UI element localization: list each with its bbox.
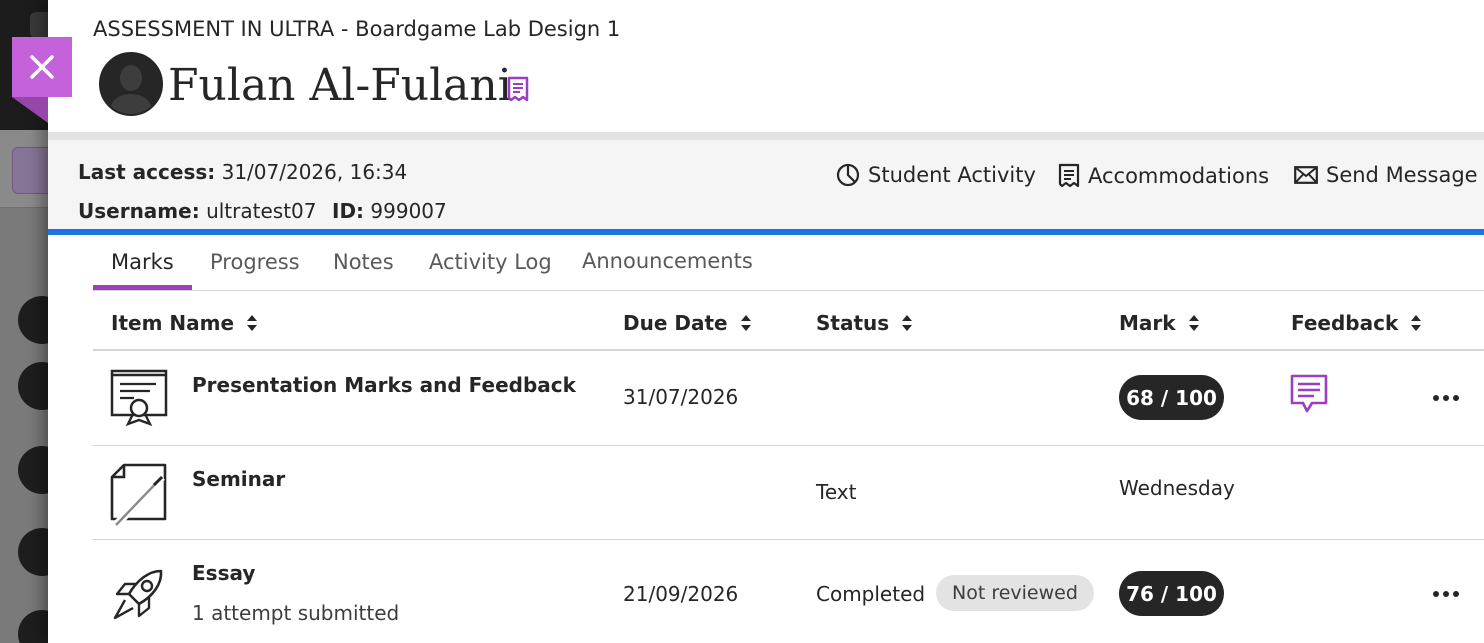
mark-text: Wednesday [1119, 476, 1235, 500]
header-divider [48, 132, 1484, 140]
paper-pen-icon [110, 463, 170, 533]
accent-rule [48, 229, 1484, 235]
student-activity-button[interactable]: Student Activity [836, 163, 1036, 187]
last-access-value: 31/07/2026, 16:34 [221, 160, 408, 184]
home-icon [30, 12, 48, 38]
id-label: ID: [332, 199, 365, 223]
status-text: Completed [816, 582, 926, 606]
sort-icon [1188, 315, 1199, 331]
tab-marks[interactable]: Marks [111, 250, 174, 274]
sort-icon [902, 315, 913, 331]
tab-activity-log[interactable]: Activity Log [429, 250, 552, 274]
tab-announcements[interactable]: Announcements [582, 249, 753, 273]
rocket-icon [111, 568, 167, 626]
column-due-date[interactable]: Due Date [623, 311, 752, 335]
send-message-button[interactable]: Send Message [1294, 163, 1478, 187]
due-date: 31/07/2026 [623, 385, 739, 409]
background-avatar [18, 362, 48, 410]
tab-notes[interactable]: Notes [333, 250, 394, 274]
column-mark[interactable]: Mark [1119, 311, 1200, 335]
due-date: 21/09/2026 [623, 582, 739, 606]
student-avatar [99, 52, 163, 116]
person-avatar-icon [101, 54, 161, 114]
student-overview-panel: ASSESSMENT IN ULTRA - Boardgame Lab Desi… [48, 0, 1484, 643]
pie-chart-icon [836, 163, 860, 187]
sort-icon [740, 315, 751, 331]
column-label: Due Date [623, 311, 728, 335]
student-activity-label: Student Activity [868, 163, 1036, 187]
more-icon[interactable] [1428, 582, 1464, 606]
item-name[interactable]: Presentation Marks and Feedback [192, 373, 576, 397]
username: Username: ultratest07 [78, 199, 317, 223]
column-feedback[interactable]: Feedback [1291, 311, 1422, 335]
close-panel-button[interactable] [12, 37, 72, 97]
background-avatar [18, 446, 48, 494]
column-label: Item Name [111, 311, 235, 335]
sort-icon [247, 315, 258, 331]
username-value: ultratest07 [206, 199, 317, 223]
id-value: 999007 [370, 199, 447, 223]
background-avatar [18, 528, 48, 576]
status-text: Text [816, 480, 857, 504]
table-header: Item Name Due Date Status Mark Feedback [93, 300, 1484, 351]
sort-icon [1411, 315, 1422, 331]
more-icon[interactable] [1428, 386, 1464, 410]
send-message-label: Send Message [1326, 163, 1478, 187]
last-access: Last access: 31/07/2026, 16:34 [78, 160, 407, 184]
accommodations-button[interactable]: Accommodations [1058, 163, 1269, 188]
column-status[interactable]: Status [816, 311, 913, 335]
close-button-tail [12, 97, 48, 123]
presentation-icon [110, 368, 168, 432]
accommodation-icon[interactable] [506, 76, 530, 106]
column-label: Mark [1119, 311, 1176, 335]
table-row[interactable]: Seminar Text Wednesday [93, 446, 1484, 540]
tab-bar: Marks Progress Notes Activity Log Announ… [93, 236, 1484, 291]
active-tab-indicator [93, 285, 192, 290]
course-title: ASSESSMENT IN ULTRA - Boardgame Lab Desi… [93, 17, 621, 41]
tab-progress[interactable]: Progress [210, 250, 300, 274]
student-id: ID: 999007 [332, 199, 447, 223]
accommodation-icon [1058, 163, 1080, 188]
item-name[interactable]: Seminar [192, 467, 285, 491]
last-access-label: Last access: [78, 160, 216, 184]
item-subtitle: 1 attempt submitted [192, 601, 400, 625]
accommodations-label: Accommodations [1088, 163, 1270, 188]
close-icon [30, 55, 54, 79]
background-avatar [18, 610, 48, 643]
column-label: Status [816, 311, 890, 335]
envelope-icon [1294, 166, 1318, 184]
status-badge: Not reviewed [936, 575, 1094, 611]
feedback-icon[interactable] [1290, 374, 1328, 418]
accommodation-icon-svg [507, 76, 529, 102]
column-label: Feedback [1291, 311, 1399, 335]
mark-pill[interactable]: 68 / 100 [1119, 375, 1224, 420]
student-name: Fulan Al-Fulani [168, 60, 512, 111]
item-name[interactable]: Essay [192, 561, 255, 585]
mark-pill[interactable]: 76 / 100 [1119, 571, 1224, 616]
background-avatar [18, 296, 48, 344]
table-row[interactable]: Essay 1 attempt submitted 21/09/2026 Com… [93, 540, 1484, 643]
column-item-name[interactable]: Item Name [111, 311, 258, 335]
table-row[interactable]: Presentation Marks and Feedback 31/07/20… [93, 351, 1484, 446]
username-label: Username: [78, 199, 200, 223]
